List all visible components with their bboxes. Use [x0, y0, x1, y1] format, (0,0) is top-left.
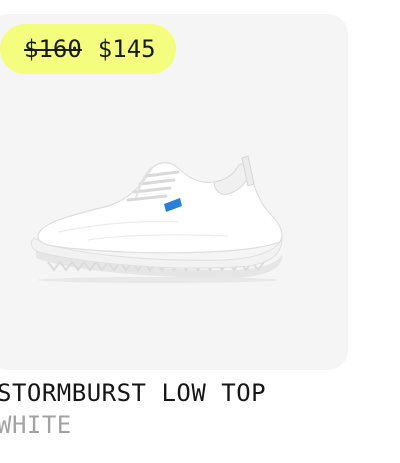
sale-price: $145: [97, 35, 156, 63]
product-name[interactable]: STORMBURST LOW TOP: [0, 379, 266, 407]
original-price: $160: [24, 35, 82, 63]
sneaker-image: [30, 155, 283, 283]
product-card[interactable]: $160 $145 STORMBURST LOW TOP WHITE: [0, 0, 400, 463]
price-badge: $160 $145: [0, 24, 176, 74]
product-color: WHITE: [0, 411, 72, 439]
